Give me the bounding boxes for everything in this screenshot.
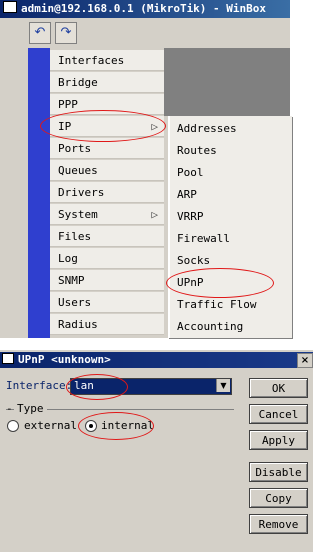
undo-icon: ↶ xyxy=(34,25,46,40)
menu-label: Queues xyxy=(58,164,98,177)
close-button[interactable]: × xyxy=(297,353,313,368)
menu-item-system[interactable]: System ▷ xyxy=(50,204,164,225)
annotation-ring-interface xyxy=(66,374,128,400)
menu-item-snmp[interactable]: SNMP xyxy=(50,270,164,291)
upnp-dialog-title: UPnP <unknown> xyxy=(18,353,111,366)
sidebar-strip xyxy=(28,48,50,338)
type-legend: Type xyxy=(14,402,47,415)
menu-item-interfaces[interactable]: Interfaces xyxy=(50,50,164,71)
type-dash: - xyxy=(6,402,13,415)
close-icon: × xyxy=(300,355,310,366)
menu-item-files[interactable]: Files xyxy=(50,226,164,247)
workspace-area xyxy=(164,48,290,116)
menu-label: Files xyxy=(58,230,92,243)
submenu-item-accounting[interactable]: Accounting xyxy=(177,316,287,338)
annotation-ring-internal xyxy=(78,412,154,440)
menu-item-drivers[interactable]: Drivers xyxy=(50,182,164,203)
copy-button[interactable]: Copy xyxy=(249,488,308,508)
radio-external-label[interactable]: external xyxy=(24,419,77,433)
upnp-dialog-titlebar: UPnP <unknown> xyxy=(0,352,313,368)
menu-label: Radius xyxy=(58,318,98,331)
redo-button[interactable]: ↷ xyxy=(55,22,77,44)
winbox-title: admin@192.168.0.1 (MikroTik) - WinBox xyxy=(21,2,267,15)
submenu-label: Routes xyxy=(177,144,217,157)
menu-label: SNMP xyxy=(58,274,85,287)
annotation-ring-upnp xyxy=(166,268,274,298)
winbox-titlebar: admin@192.168.0.1 (MikroTik) - WinBox xyxy=(0,0,290,18)
menu-item-queues[interactable]: Queues xyxy=(50,160,164,181)
menu-label: Log xyxy=(58,252,78,265)
submenu-item-pool[interactable]: Pool xyxy=(177,162,287,184)
submenu-item-vrrp[interactable]: VRRP xyxy=(177,206,287,228)
winbox-app-icon xyxy=(3,1,17,13)
submenu-label: Pool xyxy=(177,166,204,179)
radio-external[interactable] xyxy=(7,420,19,432)
menu-label: Bridge xyxy=(58,76,98,89)
submenu-label: Addresses xyxy=(177,122,237,135)
submenu-label: Socks xyxy=(177,254,211,267)
annotation-ring-ip xyxy=(40,110,166,142)
menu-item-users[interactable]: Users xyxy=(50,292,164,313)
submenu-label: ARP xyxy=(177,188,197,201)
menu-item-log[interactable]: Log xyxy=(50,248,164,269)
remove-button[interactable]: Remove xyxy=(249,514,308,534)
submenu-label: Traffic Flow xyxy=(177,298,257,311)
menu-label: Users xyxy=(58,296,92,309)
chevron-down-icon[interactable]: ▼ xyxy=(216,379,230,392)
cancel-button[interactable]: Cancel xyxy=(249,404,308,424)
submenu-arrow-icon: ▷ xyxy=(151,208,158,221)
submenu-item-arp[interactable]: ARP xyxy=(177,184,287,206)
menu-label: Ports xyxy=(58,142,92,155)
submenu-item-routes[interactable]: Routes xyxy=(177,140,287,162)
menu-label: Interfaces xyxy=(58,54,125,67)
submenu-label: VRRP xyxy=(177,210,204,223)
interface-label: Interface: xyxy=(6,379,73,392)
submenu-item-addresses[interactable]: Addresses xyxy=(177,118,287,140)
disable-button[interactable]: Disable xyxy=(249,462,308,482)
apply-button[interactable]: Apply xyxy=(249,430,308,450)
menu-label: System xyxy=(58,208,98,221)
undo-button[interactable]: ↶ xyxy=(29,22,51,44)
submenu-item-firewall[interactable]: Firewall xyxy=(177,228,287,250)
dialog-app-icon xyxy=(2,353,14,364)
menu-label: PPP xyxy=(58,98,78,111)
ok-button[interactable]: OK xyxy=(249,378,308,398)
submenu-label: Firewall xyxy=(177,232,230,245)
submenu-label: Accounting xyxy=(177,320,244,333)
menu-label: Drivers xyxy=(58,186,105,199)
menu-item-bridge[interactable]: Bridge xyxy=(50,72,164,93)
redo-icon: ↷ xyxy=(60,25,72,40)
menu-item-radius[interactable]: Radius xyxy=(50,314,164,335)
